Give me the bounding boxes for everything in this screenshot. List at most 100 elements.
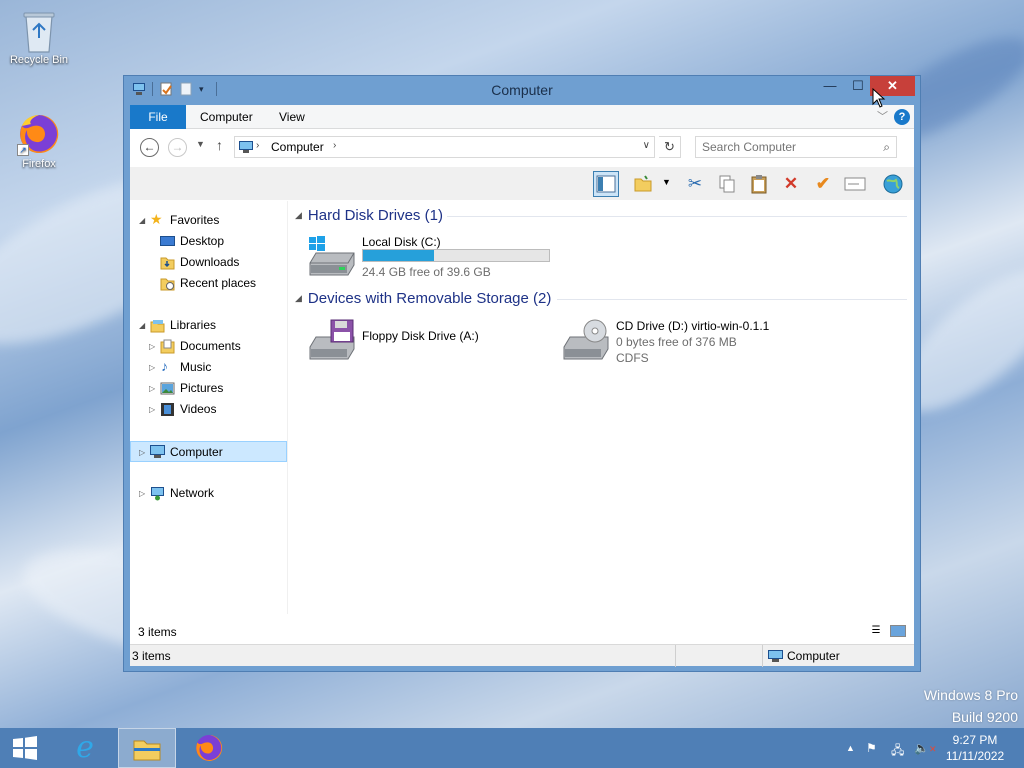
title-bar[interactable]: ▾ Computer — ☐ ✕ [124,76,920,105]
drive-free-space: 0 bytes free of 376 MB [616,335,737,349]
taskbar-internet-explorer[interactable]: e [56,728,114,768]
drive-local-disk-c[interactable]: Local Disk (C:) 24.4 GB free of 39.6 GB [307,235,567,279]
up-button[interactable]: ↑ [216,137,223,153]
expand-arrow-icon[interactable]: ▷ [149,357,155,378]
show-hidden-icons-icon[interactable]: ▲ [846,743,855,753]
drive-name: Local Disk (C:) [362,235,441,249]
minimize-button[interactable]: — [821,76,839,96]
search-input[interactable] [702,140,862,154]
paste-button[interactable] [746,171,772,197]
navigation-pane-button[interactable] [593,171,619,197]
nav-pictures[interactable]: ▷ Pictures [130,378,288,399]
network-tray-icon[interactable]: 🖧 [891,741,904,762]
hard-drive-windows-icon [309,236,355,276]
ribbon-tabs: File Computer View ﹀ ? [130,105,914,129]
new-folder-button[interactable] [630,171,656,197]
nav-recent-places[interactable]: Recent places [130,273,288,294]
taskbar-firefox[interactable] [180,728,238,768]
expand-ribbon-icon[interactable]: ﹀ [877,108,888,124]
large-icons-view-icon[interactable] [890,625,906,637]
desktop-icon-firefox[interactable]: ↗ Firefox [4,112,74,170]
search-box[interactable]: ⌕ [695,136,897,158]
nav-label: Computer [170,445,223,459]
recent-locations-button[interactable]: ▼ [196,139,205,149]
collapse-arrow-icon[interactable]: ◢ [295,293,302,303]
copy-button[interactable] [714,171,740,197]
nav-libraries[interactable]: ◢ Libraries [130,315,288,336]
clock[interactable]: 9:27 PM 11/11/2022 [935,732,1015,764]
nav-videos[interactable]: ▷ Videos [130,399,288,420]
status-item-count: 3 items [132,649,171,663]
rename-field-icon [844,177,866,191]
forward-button[interactable]: → [168,138,187,157]
back-button[interactable]: ← [140,138,159,157]
documents-icon [160,339,175,354]
group-header-hard-disk[interactable]: ◢ Hard Disk Drives (1) [295,207,443,224]
tab-view[interactable]: View [265,105,319,129]
computer-icon [239,141,253,153]
view-switcher: ☰ [868,625,906,637]
nav-label: Videos [180,402,217,416]
network-button[interactable] [880,171,906,197]
nav-network[interactable]: ▷ Network [130,483,288,504]
nav-documents[interactable]: ▷ Documents [130,336,288,357]
expand-arrow-icon[interactable]: ▷ [149,336,155,357]
cut-button[interactable]: ✂ [682,171,708,197]
address-dropdown-icon[interactable]: ∨ [643,140,650,151]
properties-button[interactable] [842,171,868,197]
breadcrumb-separator-icon[interactable]: › [256,140,259,151]
delete-button[interactable]: ✕ [778,171,804,197]
computer-icon [150,445,165,458]
tab-file[interactable]: File [130,105,186,129]
nav-label: Documents [180,339,241,353]
group-header-removable[interactable]: ◢ Devices with Removable Storage (2) [295,290,551,307]
status-location: Computer [787,649,840,663]
nav-music[interactable]: ▷ ♪ Music [130,357,288,378]
videos-icon [161,403,174,416]
details-view-icon[interactable]: ☰ [868,625,884,637]
firefox-icon [196,735,223,761]
breadcrumb[interactable]: Computer [271,140,324,154]
drive-filesystem: CDFS [616,351,649,365]
collapse-arrow-icon[interactable]: ◢ [139,315,145,336]
panes: ◢ ★ Favorites Desktop Downloads Recent p… [130,201,914,614]
collapse-arrow-icon[interactable]: ◢ [139,210,145,231]
clock-date: 11/11/2022 [945,749,1005,763]
drive-cd-d[interactable]: CD Drive (D:) virtio-win-0.1.1 0 bytes f… [561,319,821,369]
expand-arrow-icon[interactable]: ▷ [139,483,145,504]
help-button[interactable]: ? [894,109,910,125]
search-icon[interactable]: ⌕ [883,140,890,155]
computer-icon [768,650,783,662]
firefox-icon: ↗ [17,112,61,156]
action-center-flag-icon[interactable]: ⚑ [866,741,877,755]
desktop-icon [160,236,175,246]
refresh-button[interactable]: ↻ [659,136,681,158]
expand-arrow-icon[interactable]: ▷ [149,399,155,420]
group-title: Devices with Removable Storage (2) [307,290,552,307]
expand-arrow-icon[interactable]: ▷ [149,378,155,399]
maximize-button[interactable]: ☐ [848,76,868,96]
expand-arrow-icon[interactable]: ▷ [139,442,145,463]
breadcrumb-separator-icon[interactable]: › [333,140,336,151]
explorer-window[interactable]: ▾ Computer — ☐ ✕ File Computer View ﹀ ? … [123,75,921,672]
drive-floppy-a[interactable]: Floppy Disk Drive (A:) [307,319,547,363]
windows-logo-icon [13,736,37,760]
taskbar-file-explorer[interactable] [118,728,176,768]
nav-favorites[interactable]: ◢ ★ Favorites [130,210,288,231]
tab-computer[interactable]: Computer [186,105,267,129]
start-button[interactable] [0,728,50,768]
desktop-icon-recycle-bin[interactable]: Recycle Bin [4,8,74,66]
folder-icon [634,175,652,192]
chevron-down-icon[interactable]: ▼ [662,177,671,187]
address-bar[interactable]: › Computer › ∨ [234,136,655,158]
nav-computer[interactable]: ▷ Computer [130,441,287,462]
nav-label: Downloads [180,255,240,269]
copy-icon [719,175,735,193]
drive-name: Floppy Disk Drive (A:) [362,329,479,343]
nav-desktop[interactable]: Desktop [130,231,288,252]
collapse-arrow-icon[interactable]: ◢ [295,210,302,220]
desktop-icon-label: Firefox [22,158,56,170]
nav-downloads[interactable]: Downloads [130,252,288,273]
volume-muted-icon[interactable]: 🔈✕ [914,741,937,755]
rename-button[interactable]: ✔ [810,171,836,197]
